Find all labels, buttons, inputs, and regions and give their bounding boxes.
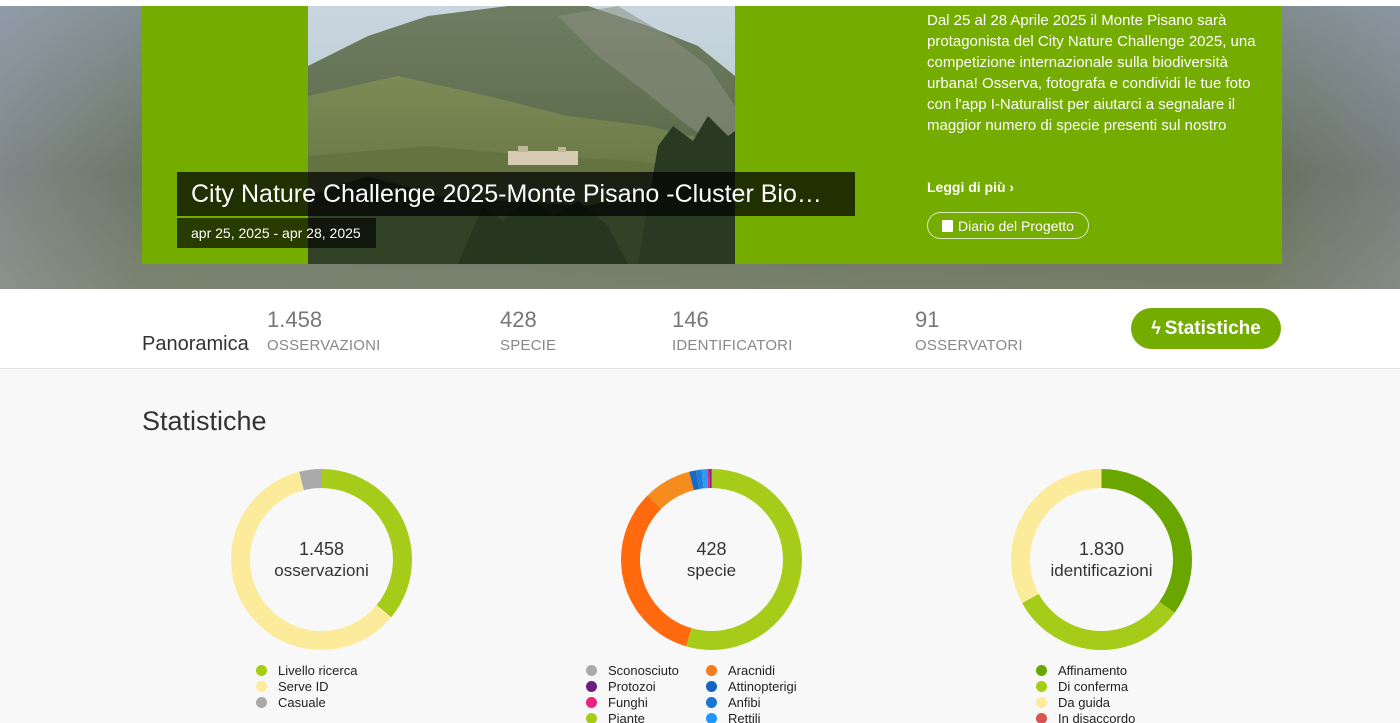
species-legend-left: Sconosciuto Protozoi Funghi Piante xyxy=(586,662,679,723)
legend-label: Serve ID xyxy=(278,678,329,694)
stat-label: IDENTIFICATORI xyxy=(672,337,793,354)
legend-label: In disaccordo xyxy=(1058,710,1136,723)
observations-legend: Livello ricerca Serve ID Casuale xyxy=(256,662,357,710)
stat-label: SPECIE xyxy=(500,337,557,354)
identifications-donut-chart: 1.830 identificazioni xyxy=(1011,469,1192,650)
legend-item[interactable]: Sconosciuto xyxy=(586,662,679,678)
legend-dot xyxy=(706,680,717,692)
legend-item[interactable]: Aracnidi xyxy=(706,662,797,678)
legend-item[interactable]: Casuale xyxy=(256,694,357,710)
statistics-button[interactable]: ϟ Statistiche xyxy=(1131,308,1281,349)
legend-dot xyxy=(1036,696,1047,708)
legend-label: Di conferma xyxy=(1058,678,1129,694)
legend-item[interactable]: Livello ricerca xyxy=(256,662,357,678)
project-dates-box: apr 25, 2025 - apr 28, 2025 xyxy=(177,218,376,248)
statistics-button-label: Statistiche xyxy=(1164,317,1261,339)
stat-observations[interactable]: 1.458 OSSERVAZIONI xyxy=(267,307,381,354)
legend-dot xyxy=(586,696,597,708)
legend-label: Funghi xyxy=(608,694,648,710)
stat-value: 1.458 xyxy=(267,307,323,332)
legend-dot xyxy=(256,696,267,708)
project-title: City Nature Challenge 2025-Monte Pisano … xyxy=(191,179,822,208)
donut-center: 1.830 identificazioni xyxy=(1011,469,1192,650)
legend-item[interactable]: Di conferma xyxy=(1036,678,1135,694)
legend-item[interactable]: Attinopterigi xyxy=(706,678,797,694)
legend-dot xyxy=(1036,712,1047,723)
donut-value: 428 xyxy=(696,538,727,559)
bolt-icon: ϟ xyxy=(1151,318,1161,338)
species-legend-right: Aracnidi Attinopterigi Anfibi Rettili xyxy=(706,662,797,723)
legend-label: Rettili xyxy=(728,710,761,723)
legend-label: Sconosciuto xyxy=(608,662,679,678)
donut-center: 1.458 osservazioni xyxy=(231,469,412,650)
project-journal-label: Diario del Progetto xyxy=(958,217,1074,234)
donut-value: 1.830 xyxy=(1078,538,1125,559)
legend-label: Casuale xyxy=(278,694,326,710)
legend-label: Anfibi xyxy=(728,694,761,710)
project-description: Dal 25 al 28 Aprile 2025 il Monte Pisano… xyxy=(927,12,1256,134)
legend-dot xyxy=(586,712,597,723)
legend-dot xyxy=(256,664,267,676)
stat-identifiers[interactable]: 146 IDENTIFICATORI xyxy=(672,307,793,354)
legend-label: Da guida xyxy=(1058,694,1111,710)
legend-label: Affinamento xyxy=(1058,662,1128,678)
legend-item[interactable]: Rettili xyxy=(706,710,797,723)
legend-item[interactable]: Piante xyxy=(586,710,679,723)
legend-dot xyxy=(1036,664,1047,676)
project-journal-button[interactable]: Diario del Progetto xyxy=(927,212,1089,239)
legend-label: Piante xyxy=(608,710,645,723)
stat-value: 91 xyxy=(915,307,940,332)
legend-dot xyxy=(1036,680,1047,692)
stat-observers[interactable]: 91 OSSERVATORI xyxy=(915,307,1023,354)
legend-dot xyxy=(706,712,717,723)
donut-label: specie xyxy=(686,560,737,580)
legend-label: Attinopterigi xyxy=(728,678,797,694)
stat-label: OSSERVATORI xyxy=(915,337,1023,354)
project-title-box: City Nature Challenge 2025-Monte Pisano … xyxy=(177,172,855,216)
donut-value: 1.458 xyxy=(298,538,345,559)
legend-item[interactable]: Serve ID xyxy=(256,678,357,694)
legend-item[interactable]: Anfibi xyxy=(706,694,797,710)
legend-item[interactable]: Da guida xyxy=(1036,694,1135,710)
observations-donut-chart: 1.458 osservazioni xyxy=(231,469,412,650)
stat-value: 428 xyxy=(500,307,537,332)
read-more-link[interactable]: Leggi di più › xyxy=(927,179,1014,195)
donut-label: osservazioni xyxy=(274,560,369,580)
stat-species[interactable]: 428 SPECIE xyxy=(500,307,556,354)
legend-item[interactable]: Funghi xyxy=(586,694,679,710)
legend-dot xyxy=(706,664,717,676)
donut-label: identificazioni xyxy=(1050,560,1153,580)
legend-label: Livello ricerca xyxy=(278,662,358,678)
legend-label: Aracnidi xyxy=(728,662,775,678)
project-dates: apr 25, 2025 - apr 28, 2025 xyxy=(191,225,361,241)
donut-center: 428 specie xyxy=(621,469,802,650)
legend-dot xyxy=(586,680,597,692)
species-donut-chart: 428 specie xyxy=(621,469,802,650)
legend-dot xyxy=(586,664,597,676)
legend-item[interactable]: Protozoi xyxy=(586,678,679,694)
book-icon xyxy=(942,220,953,232)
legend-dot xyxy=(706,696,717,708)
stat-label: OSSERVAZIONI xyxy=(267,337,381,354)
legend-dot xyxy=(256,680,267,692)
statistics-title: Statistiche xyxy=(142,406,267,436)
legend-item[interactable]: Affinamento xyxy=(1036,662,1135,678)
legend-label: Protozoi xyxy=(608,678,656,694)
stat-value: 146 xyxy=(672,307,709,332)
legend-item[interactable]: In disaccordo xyxy=(1036,710,1135,723)
identifications-legend: Affinamento Di conferma Da guida In disa… xyxy=(1036,662,1135,723)
overview-label: Panoramica xyxy=(142,333,249,355)
